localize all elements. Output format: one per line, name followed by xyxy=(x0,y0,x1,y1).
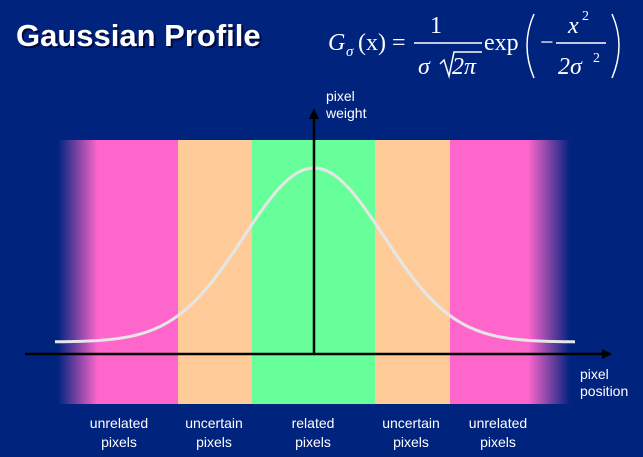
region-label-uncertain-right: uncertain pixels xyxy=(361,414,461,452)
region-label-line1: uncertain xyxy=(185,415,243,431)
region-label-related: related pixels xyxy=(263,414,363,452)
x-axis-label-line2: position xyxy=(580,383,629,399)
y-axis-label-line1: pixel xyxy=(326,88,355,104)
band-uncertain-left xyxy=(178,140,252,404)
region-label-unrelated-left: unrelated pixels xyxy=(69,414,169,452)
region-label-line2: pixels xyxy=(101,434,137,450)
region-label-line2: pixels xyxy=(480,434,516,450)
band-unrelated-right xyxy=(450,140,528,404)
region-label-line2: pixels xyxy=(196,434,232,450)
band-fade-right xyxy=(528,140,570,404)
band-fade-left xyxy=(58,140,98,404)
x-axis-arrowhead xyxy=(602,349,612,359)
y-axis-label: pixel weight xyxy=(326,88,366,122)
y-axis-label-line2: weight xyxy=(326,105,367,121)
region-label-line2: pixels xyxy=(295,434,331,450)
region-label-line2: pixels xyxy=(393,434,429,450)
slide: Gaussian Profile G σ (x) = 1 σ 2π exp − … xyxy=(0,0,643,457)
gaussian-diagram xyxy=(25,108,612,404)
band-unrelated-left xyxy=(98,140,178,404)
region-label-unrelated-right: unrelated pixels xyxy=(448,414,548,452)
x-axis-label-line1: pixel xyxy=(580,366,609,382)
x-axis-label: pixel position xyxy=(580,366,628,400)
region-label-line1: related xyxy=(291,415,335,431)
region-label-uncertain-left: uncertain pixels xyxy=(164,414,264,452)
y-axis-arrowhead xyxy=(309,108,319,119)
region-label-line1: unrelated xyxy=(468,415,528,431)
region-label-line1: unrelated xyxy=(89,415,149,431)
region-label-line1: uncertain xyxy=(382,415,440,431)
band-uncertain-right xyxy=(375,140,450,404)
